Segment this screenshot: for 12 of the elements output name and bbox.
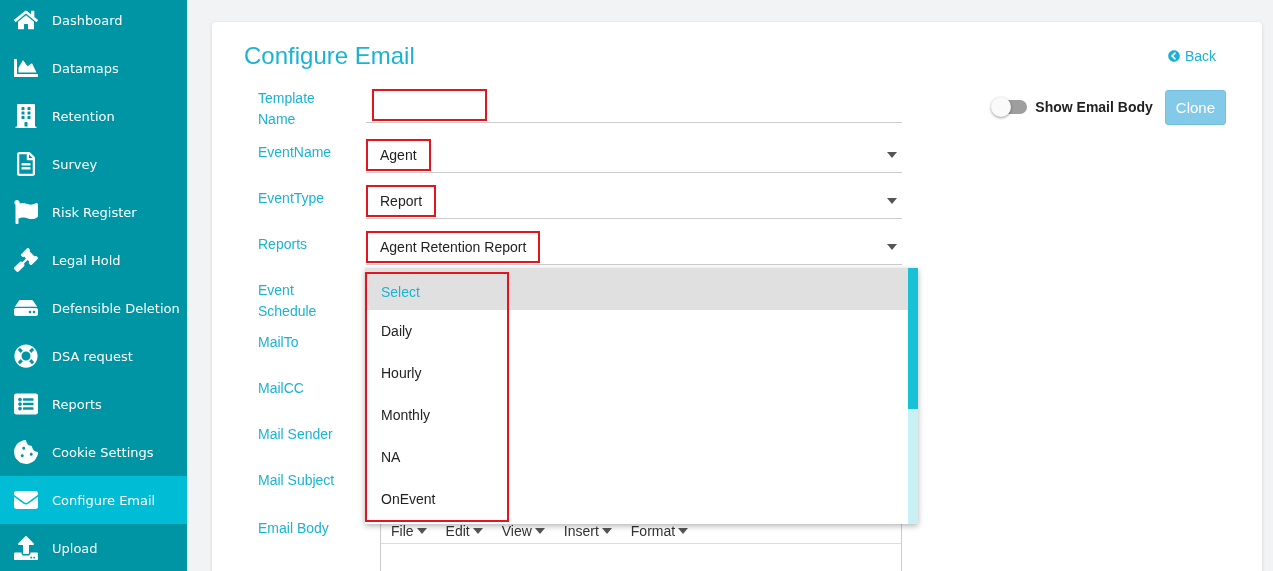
field-label: Mail Sender	[258, 425, 334, 444]
field-label: Event Schedule	[258, 281, 318, 321]
field-label: Reports	[258, 235, 309, 254]
field-label: EventType	[258, 189, 326, 208]
field-label: MailTo	[258, 333, 300, 352]
page-title: Configure Email	[244, 42, 415, 70]
field-label: EventName	[258, 143, 333, 162]
toggle-label: Show Email Body	[1035, 99, 1153, 115]
field-label: Template Name	[258, 89, 316, 129]
field-label: Mail Subject	[258, 471, 336, 490]
field-label: Email Body	[258, 519, 330, 538]
field-label: MailCC	[258, 379, 305, 398]
